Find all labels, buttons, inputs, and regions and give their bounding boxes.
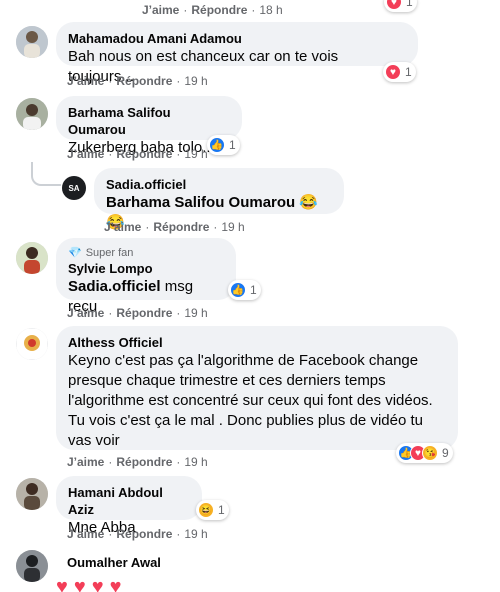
comment-bubble: Mahamadou Amani Adamou Bah nous on est c… bbox=[56, 22, 418, 85]
author-name[interactable]: Barhama Salifou Oumarou bbox=[68, 104, 230, 138]
author-name[interactable]: Sylvie Lompo bbox=[68, 260, 224, 277]
reply-link[interactable]: Répondre bbox=[191, 3, 247, 17]
reply-link[interactable]: Répondre bbox=[153, 220, 209, 234]
timestamp: 19 h bbox=[184, 306, 208, 320]
reaction-badge[interactable]: 👍 ♥ 😘 9 bbox=[396, 443, 453, 463]
avatar[interactable] bbox=[16, 550, 48, 582]
comment-actions: J’aime · Répondre · 19 h bbox=[67, 527, 208, 541]
comment-actions: J’aime · Répondre · 19 h bbox=[67, 147, 208, 161]
reply-link[interactable]: Répondre bbox=[116, 527, 172, 541]
love-reaction-icon: ♥ bbox=[385, 64, 401, 80]
comment-bubble: Barhama Salifou Oumarou Zukerberg baba t… bbox=[56, 96, 242, 156]
reaction-count: 1 bbox=[218, 503, 225, 517]
like-link[interactable]: J’aime bbox=[67, 306, 104, 320]
comment-bubble: 💎 Super fan Sylvie Lompo Sadia.officiel m… bbox=[56, 238, 236, 315]
like-link[interactable]: J’aime bbox=[67, 455, 104, 469]
timestamp: 19 h bbox=[221, 220, 245, 234]
love-reaction-icon: ♥ bbox=[386, 0, 402, 10]
heart-icon: ♥ bbox=[73, 576, 92, 592]
comment-text: Keyno c'est pas ça l'algorithme de Faceb… bbox=[68, 352, 433, 449]
hearts-sticker: ♥♥♥♥ bbox=[56, 576, 128, 592]
avatar[interactable] bbox=[16, 98, 48, 130]
timestamp: 19 h bbox=[184, 455, 208, 469]
timestamp: 19 h bbox=[184, 527, 208, 541]
heart-icon: ♥ bbox=[109, 576, 128, 592]
heart-icon: ♥ bbox=[56, 576, 74, 592]
timestamp: 19 h bbox=[184, 74, 208, 88]
haha-reaction-icon: 😆 bbox=[198, 502, 214, 518]
comment-actions: J’aime · Répondre · 19 h bbox=[67, 455, 208, 469]
mention-tag[interactable]: Barhama Salifou Oumarou bbox=[106, 194, 295, 211]
reply-link[interactable]: Répondre bbox=[116, 147, 172, 161]
avatar[interactable] bbox=[16, 26, 48, 58]
author-name[interactable]: Oumalher Awal bbox=[67, 554, 161, 571]
comment-actions: J’aime · Répondre · 18 h bbox=[142, 3, 283, 17]
reply-link[interactable]: Répondre bbox=[116, 74, 172, 88]
author-name[interactable]: Althess Officiel bbox=[68, 334, 446, 351]
reaction-badge[interactable]: ♥ 1 bbox=[384, 0, 417, 12]
heart-icon: ♥ bbox=[91, 576, 110, 592]
like-reaction-icon: 👍 bbox=[209, 137, 225, 153]
diamond-icon: 💎 bbox=[68, 247, 82, 259]
comment-bubble: Sadia.officiel Barhama Salifou Oumarou 😂… bbox=[94, 168, 344, 231]
reaction-badge[interactable]: 👍 1 bbox=[228, 280, 261, 300]
comment-bubble: Hamani Abdoul Aziz Mne Abba bbox=[56, 476, 202, 536]
avatar[interactable] bbox=[16, 242, 48, 274]
reaction-count: 1 bbox=[406, 0, 413, 9]
mention-tag[interactable]: Sadia.officiel bbox=[68, 278, 161, 295]
comment-actions: J’aime · Répondre · 19 h bbox=[67, 74, 208, 88]
author-name[interactable]: Sadia.officiel bbox=[106, 176, 332, 193]
avatar[interactable]: SA bbox=[62, 176, 86, 200]
reaction-count: 1 bbox=[229, 138, 236, 152]
author-name[interactable]: Mahamadou Amani Adamou bbox=[68, 30, 406, 47]
like-link[interactable]: J’aime bbox=[67, 74, 104, 88]
avatar[interactable] bbox=[16, 328, 48, 360]
timestamp: 19 h bbox=[184, 147, 208, 161]
like-reaction-icon: 👍 bbox=[230, 282, 246, 298]
comment-actions: J’aime · Répondre · 19 h bbox=[67, 306, 208, 320]
reply-link[interactable]: Répondre bbox=[116, 306, 172, 320]
superfan-badge: 💎 Super fan bbox=[68, 247, 134, 259]
author-name[interactable]: Hamani Abdoul Aziz bbox=[68, 484, 190, 518]
reaction-count: 9 bbox=[442, 446, 449, 460]
reaction-count: 1 bbox=[250, 283, 257, 297]
reply-link[interactable]: Répondre bbox=[116, 455, 172, 469]
comment-bubble: Althess Officiel Keyno c'est pas ça l'al… bbox=[56, 326, 458, 450]
reaction-badge[interactable]: 😆 1 bbox=[196, 500, 229, 520]
like-link[interactable]: J’aime bbox=[104, 220, 141, 234]
avatar[interactable] bbox=[16, 478, 48, 510]
reaction-badge[interactable]: ♥ 1 bbox=[383, 62, 416, 82]
care-reaction-icon: 😘 bbox=[422, 445, 438, 461]
thread-connector bbox=[31, 162, 61, 186]
timestamp: 18 h bbox=[259, 3, 283, 17]
reaction-badge[interactable]: 👍 1 bbox=[207, 135, 240, 155]
like-link[interactable]: J’aime bbox=[67, 527, 104, 541]
like-link[interactable]: J’aime bbox=[67, 147, 104, 161]
like-link[interactable]: J’aime bbox=[142, 3, 179, 17]
comment-actions: J’aime · Répondre · 19 h bbox=[104, 220, 245, 234]
reaction-count: 1 bbox=[405, 65, 412, 79]
svg-text:SA: SA bbox=[68, 184, 79, 193]
